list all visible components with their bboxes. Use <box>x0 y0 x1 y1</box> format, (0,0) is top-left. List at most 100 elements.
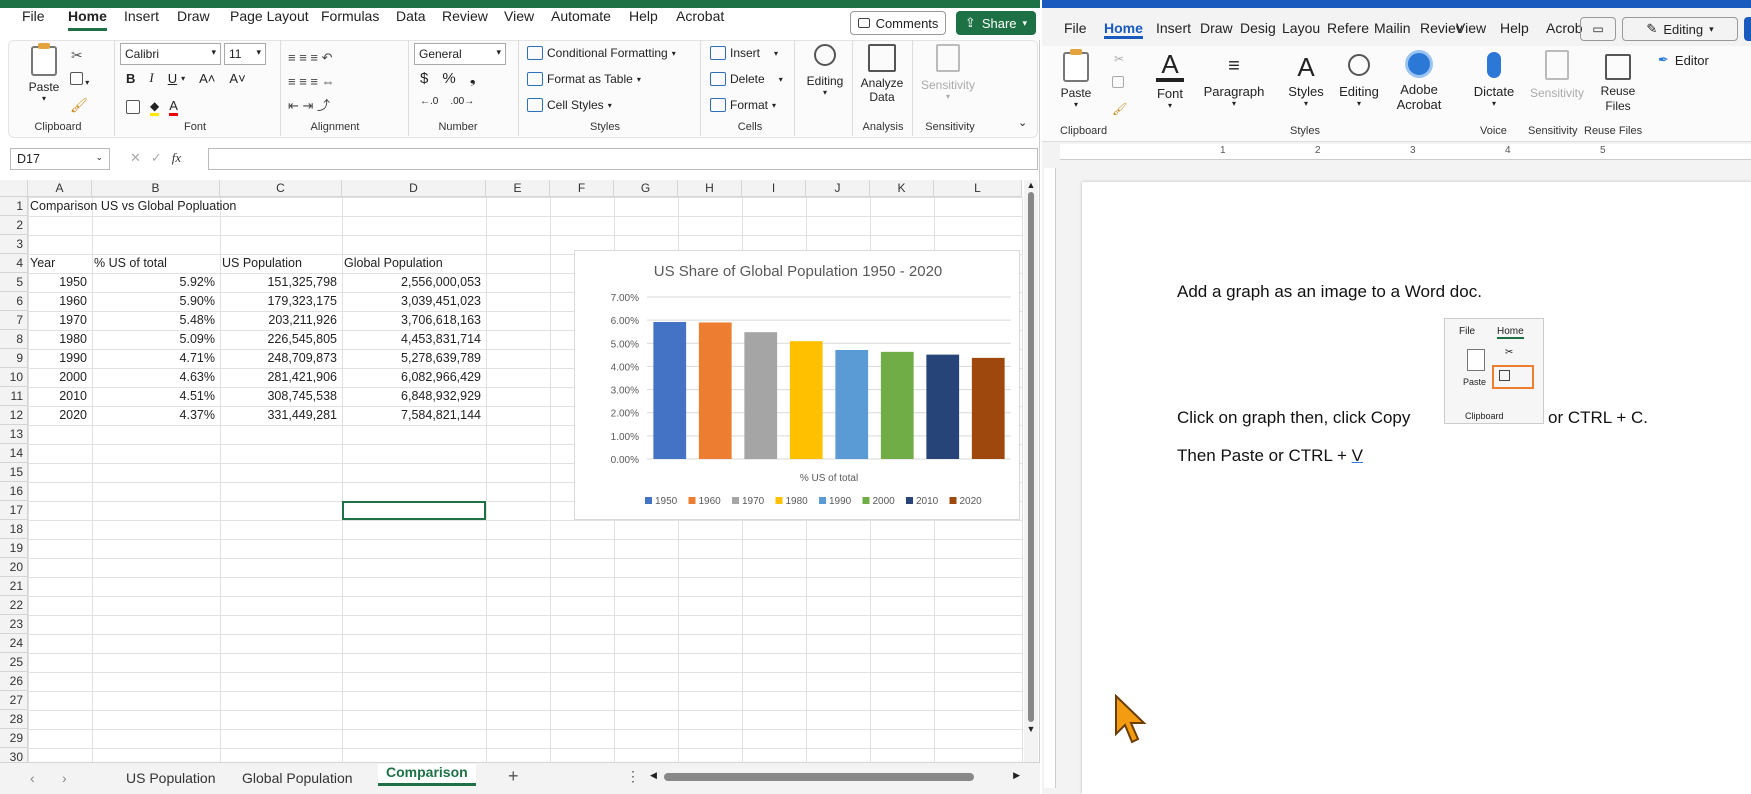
font-color-icon[interactable]: A <box>169 98 178 116</box>
cell[interactable]: 1960 <box>30 292 91 311</box>
word-styles-button[interactable]: A Styles ▾ <box>1284 50 1328 108</box>
cell[interactable]: 2020 <box>30 406 91 425</box>
row-header[interactable]: 17 <box>0 501 28 520</box>
row-header[interactable]: 25 <box>0 653 28 672</box>
column-header[interactable]: K <box>870 180 934 197</box>
row-header[interactable]: 15 <box>0 463 28 482</box>
next-sheet-icon[interactable]: › <box>62 770 67 786</box>
formula-input[interactable] <box>208 148 1038 170</box>
row-header[interactable]: 13 <box>0 425 28 444</box>
word-menu-draw[interactable]: Draw <box>1200 20 1233 36</box>
word-copy-icon[interactable] <box>1112 76 1124 91</box>
title-cell[interactable]: Comparison US vs Global Popluation <box>30 197 330 216</box>
add-sheet-button[interactable]: + <box>508 766 519 787</box>
row-header[interactable]: 24 <box>0 634 28 653</box>
cell[interactable]: Global Population <box>344 254 485 273</box>
scroll-up-icon[interactable]: ▲ <box>1024 180 1038 190</box>
row-header[interactable]: 6 <box>0 292 28 311</box>
bold-button[interactable]: B <box>126 71 135 86</box>
column-header[interactable]: A <box>28 180 92 197</box>
row-header[interactable]: 1 <box>0 197 28 216</box>
word-menu-help[interactable]: Help <box>1500 20 1529 36</box>
cell[interactable]: 4.37% <box>94 406 219 425</box>
column-header[interactable]: C <box>220 180 342 197</box>
column-header[interactable]: F <box>550 180 614 197</box>
row-header[interactable]: 10 <box>0 368 28 387</box>
row-header[interactable]: 2 <box>0 216 28 235</box>
row-header[interactable]: 26 <box>0 672 28 691</box>
menu-home[interactable]: Home <box>68 8 107 31</box>
column-header[interactable]: L <box>934 180 1022 197</box>
chart-object[interactable]: US Share of Global Population 1950 - 202… <box>574 250 1020 520</box>
column-header[interactable]: E <box>486 180 550 197</box>
row-header[interactable]: 4 <box>0 254 28 273</box>
menu-insert[interactable]: Insert <box>124 8 159 24</box>
word-menu-refere[interactable]: Refere <box>1327 20 1369 36</box>
shrink-font-icon[interactable]: A˅ <box>229 71 245 86</box>
cell[interactable]: 4,453,831,714 <box>344 330 485 349</box>
menu-file[interactable]: File <box>22 8 45 24</box>
cell[interactable]: 3,039,451,023 <box>344 292 485 311</box>
horizontal-scrollbar[interactable]: ◀ ▶ <box>650 770 1020 784</box>
cell[interactable]: 1970 <box>30 311 91 330</box>
word-font-button[interactable]: A Font ▾ <box>1148 50 1192 110</box>
word-menu-insert[interactable]: Insert <box>1156 20 1191 36</box>
cell[interactable]: 7,584,821,144 <box>344 406 485 425</box>
column-header[interactable]: G <box>614 180 678 197</box>
word-menu-acrob[interactable]: Acrob <box>1546 20 1583 36</box>
word-editing-button[interactable]: Editing ▾ <box>1334 50 1384 108</box>
cell[interactable]: 1990 <box>30 349 91 368</box>
cell[interactable]: 331,449,281 <box>222 406 341 425</box>
percent-icon[interactable]: % <box>442 70 455 87</box>
cell[interactable]: 1980 <box>30 330 91 349</box>
row-header[interactable]: 5 <box>0 273 28 292</box>
word-menu-file[interactable]: File <box>1064 20 1087 36</box>
scroll-thumb[interactable] <box>1028 192 1034 722</box>
decrease-decimal-icon[interactable]: .00→ <box>450 96 474 107</box>
inset-ribbon-image[interactable]: File Home Paste ✂ Clipboard <box>1444 318 1544 424</box>
word-menu-layou[interactable]: Layou <box>1282 20 1320 36</box>
menu-formulas[interactable]: Formulas <box>321 8 379 24</box>
cut-icon[interactable]: ✂ <box>71 47 83 64</box>
word-menu-desig[interactable]: Desig <box>1240 20 1276 36</box>
row-header[interactable]: 12 <box>0 406 28 425</box>
word-menu-home[interactable]: Home <box>1104 20 1143 39</box>
font-size-select[interactable]: 11 ▾ <box>224 43 266 65</box>
cell[interactable]: 151,325,798 <box>222 273 341 292</box>
word-share-button[interactable] <box>1744 17 1751 41</box>
share-button[interactable]: ⇪ Share ▾ <box>956 11 1036 35</box>
menu-acrobat[interactable]: Acrobat <box>676 8 724 24</box>
editing-mode-button[interactable]: ✎ Editing ▾ <box>1622 17 1738 41</box>
cell[interactable]: 281,421,906 <box>222 368 341 387</box>
row-header[interactable]: 11 <box>0 387 28 406</box>
conditional-formatting-button[interactable]: Conditional Formatting ▾ <box>527 46 676 60</box>
row-header[interactable]: 27 <box>0 691 28 710</box>
font-name-select[interactable]: Calibri ▾ <box>120 43 221 65</box>
sheet-tab[interactable]: US Population <box>126 770 216 786</box>
cell[interactable]: 4.71% <box>94 349 219 368</box>
cell[interactable]: 203,211,926 <box>222 311 341 330</box>
column-header[interactable]: D <box>342 180 486 197</box>
cell[interactable]: 4.51% <box>94 387 219 406</box>
row-header[interactable]: 16 <box>0 482 28 501</box>
dictate-button[interactable]: Dictate ▾ <box>1472 50 1516 108</box>
comments-button[interactable]: Comments <box>850 11 946 35</box>
cell[interactable]: 2000 <box>30 368 91 387</box>
editing-button[interactable]: Editing ▾ <box>802 44 848 97</box>
row-header[interactable]: 28 <box>0 710 28 729</box>
increase-decimal-icon[interactable]: ←.0 <box>420 96 438 107</box>
underline-button[interactable]: U <box>168 71 177 86</box>
fx-icon[interactable]: fx <box>172 150 181 165</box>
currency-icon[interactable]: $ <box>420 70 428 87</box>
cell[interactable]: 248,709,873 <box>222 349 341 368</box>
sensitivity-button[interactable]: Sensitivity ▾ <box>918 44 978 101</box>
row-header[interactable]: 7 <box>0 311 28 330</box>
cell[interactable]: 179,323,175 <box>222 292 341 311</box>
row-header[interactable]: 18 <box>0 520 28 539</box>
document-page[interactable] <box>1082 182 1751 794</box>
cell[interactable]: 308,745,538 <box>222 387 341 406</box>
vertical-ruler[interactable] <box>1044 168 1056 788</box>
row-header[interactable]: 14 <box>0 444 28 463</box>
scroll-down-icon[interactable]: ▼ <box>1024 724 1038 734</box>
prev-sheet-icon[interactable]: ‹ <box>30 770 35 786</box>
